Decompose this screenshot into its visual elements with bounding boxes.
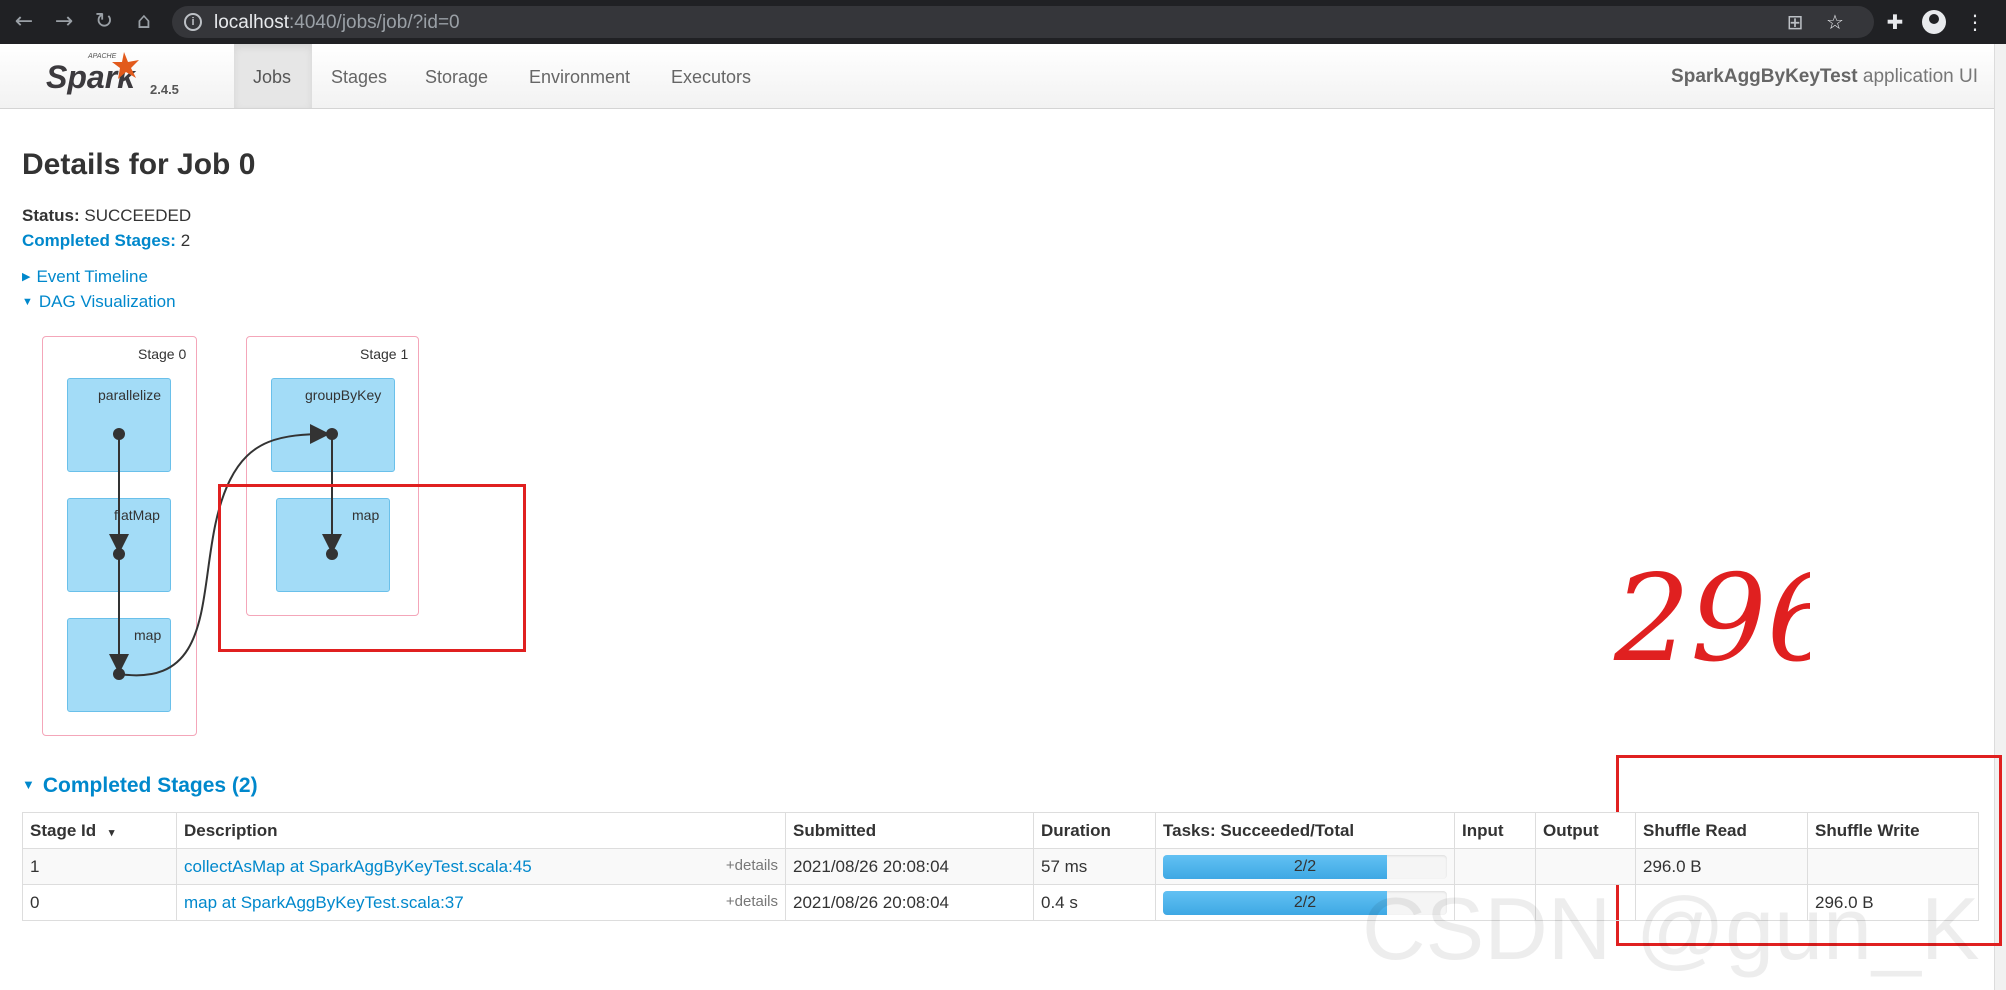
extensions-icon[interactable]: ✚ — [1882, 9, 1908, 35]
caret-down-icon: ▼ — [22, 777, 35, 792]
description-cell: collectAsMap at SparkAggByKeyTest.scala:… — [176, 848, 786, 885]
column-header-shuffle-read[interactable]: Shuffle Read — [1635, 812, 1808, 849]
stage-id-cell: 0 — [22, 884, 177, 921]
column-header-tasks[interactable]: Tasks: Succeeded/Total — [1155, 812, 1455, 849]
column-header-duration[interactable]: Duration — [1033, 812, 1156, 849]
watermark: CSDN @gun_K — [1362, 879, 1980, 978]
annotation-box — [218, 484, 526, 652]
completed-stages-toggle[interactable]: ▼ Completed Stages (2) — [22, 774, 258, 798]
description-cell: map at SparkAggByKeyTest.scala:37 +detail… — [176, 884, 786, 921]
column-header-output[interactable]: Output — [1535, 812, 1636, 849]
bookmark-star-icon[interactable]: ☆ — [1822, 9, 1848, 35]
column-header-submitted[interactable]: Submitted — [785, 812, 1034, 849]
profile-avatar-icon[interactable] — [1922, 10, 1946, 34]
stage-description-link[interactable]: map at SparkAggByKeyTest.scala:37 — [184, 893, 464, 912]
svg-text:296: 296 — [1613, 550, 1810, 689]
column-header-description[interactable]: Description — [176, 812, 786, 849]
stage-id-cell: 1 — [22, 848, 177, 885]
submitted-cell: 2021/08/26 20:08:04 — [785, 848, 1034, 885]
details-toggle[interactable]: +details — [726, 857, 778, 874]
application-name: SparkAggByKeyTest application UI — [1671, 66, 1978, 87]
duration-cell: 0.4 s — [1033, 884, 1156, 921]
details-toggle[interactable]: +details — [726, 893, 778, 910]
tasks-progress-bar: 2/2 — [1163, 854, 1447, 879]
translate-icon[interactable]: ⊞ — [1782, 9, 1808, 35]
handwritten-annotation: 296 — [1613, 550, 1810, 689]
sort-desc-icon: ▾ — [108, 826, 115, 839]
tab-executors[interactable]: Executors — [652, 44, 770, 108]
submitted-cell: 2021/08/26 20:08:04 — [785, 884, 1034, 921]
browser-menu-icon[interactable]: ⋮ — [1962, 9, 1988, 35]
column-header-stage-id[interactable]: Stage Id ▾ — [22, 812, 177, 849]
stage-description-link[interactable]: collectAsMap at SparkAggByKeyTest.scala:… — [184, 857, 532, 876]
duration-cell: 57 ms — [1033, 848, 1156, 885]
column-header-shuffle-write[interactable]: Shuffle Write — [1807, 812, 1979, 849]
column-header-input[interactable]: Input — [1454, 812, 1536, 849]
